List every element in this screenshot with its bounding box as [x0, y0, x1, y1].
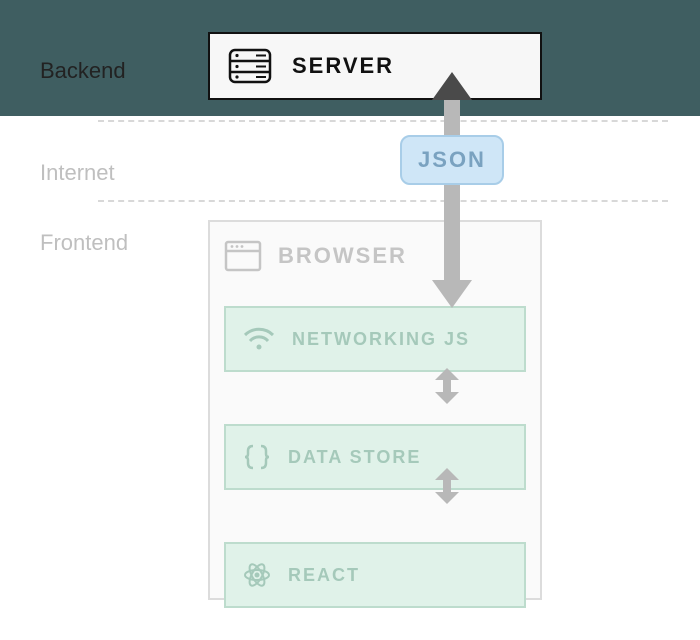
section-label-frontend: Frontend: [40, 230, 128, 256]
section-label-internet: Internet: [40, 160, 115, 186]
networking-label: NETWORKING JS: [292, 329, 470, 350]
braces-icon: [242, 443, 272, 471]
networking-box: NETWORKING JS: [224, 306, 526, 372]
react-label: REACT: [288, 565, 360, 586]
divider-internet-frontend: [98, 200, 668, 202]
browser-box: BROWSER NETWORKING JS DATA STORE: [208, 220, 542, 600]
server-label: SERVER: [292, 53, 394, 79]
arrow-server-browser: [428, 72, 476, 308]
window-icon: [224, 240, 262, 272]
react-box: REACT: [224, 542, 526, 608]
server-icon: [228, 48, 272, 84]
browser-header: BROWSER: [224, 236, 526, 276]
datastore-box: DATA STORE: [224, 424, 526, 490]
browser-label: BROWSER: [278, 243, 407, 269]
section-label-backend: Backend: [40, 58, 126, 84]
server-box: SERVER: [208, 32, 542, 100]
json-pill: JSON: [400, 135, 504, 185]
divider-backend-internet: [98, 120, 668, 122]
arrow-datastore-react: [432, 468, 462, 504]
json-label: JSON: [418, 147, 486, 173]
react-icon: [242, 560, 272, 590]
arrow-networking-datastore: [432, 368, 462, 404]
wifi-icon: [242, 326, 276, 352]
datastore-label: DATA STORE: [288, 447, 421, 468]
